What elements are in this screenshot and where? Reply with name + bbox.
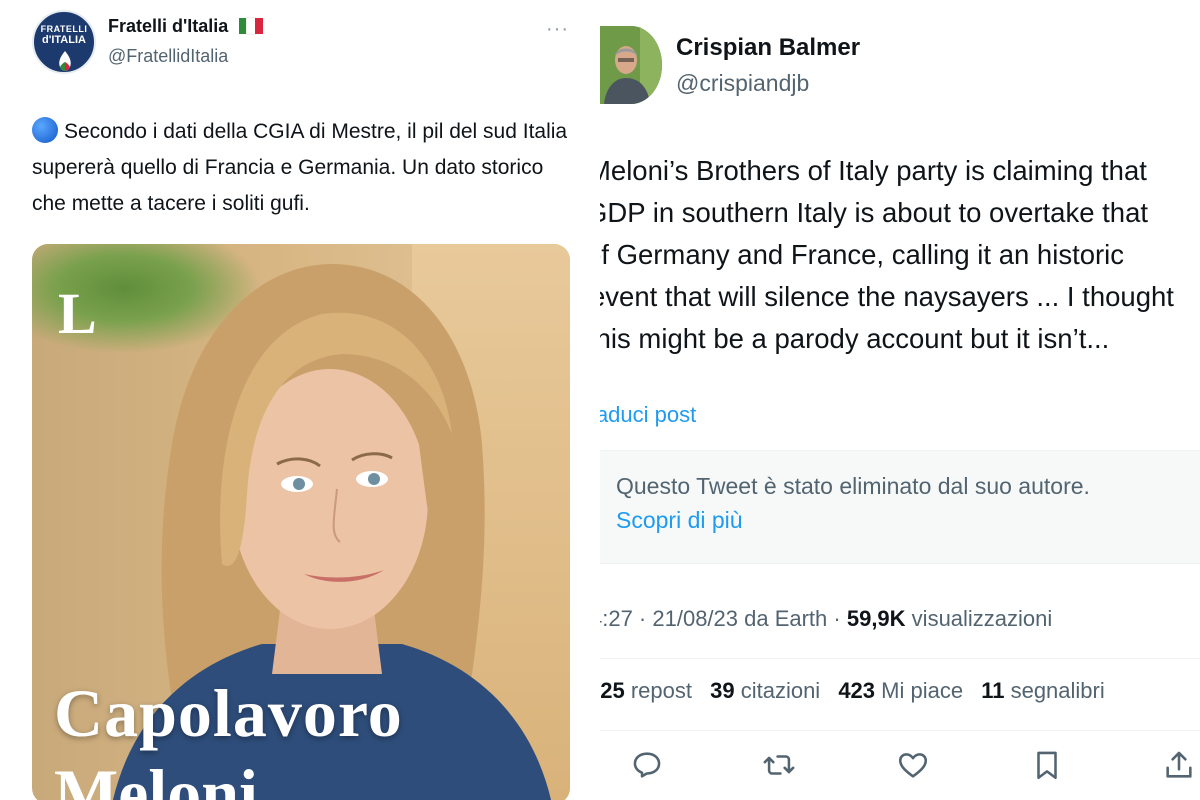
reposts-stat[interactable]: 125 repost: [600, 678, 692, 703]
left-tweet-body: Secondo i dati della CGIA di Mestre, il …: [32, 120, 568, 215]
like-icon[interactable]: [896, 748, 932, 784]
left-tweet: FRATELLI d'ITALIA Fratelli d'Italia @Fra…: [0, 0, 600, 800]
image-headline-line1: Capolavoro: [54, 675, 403, 751]
translate-post-link[interactable]: Traduci post: [600, 402, 696, 428]
divider: [600, 658, 1200, 659]
italy-flag-icon: [239, 17, 264, 35]
timestamp-and-source[interactable]: 4:27 · 21/08/23 da Earth ·: [600, 606, 847, 631]
avatar-logo-text-top: FRATELLI: [40, 24, 88, 34]
blue-circle-emoji-icon: [32, 117, 58, 143]
quotes-label: citazioni: [734, 678, 821, 703]
views-count: 59,9K: [846, 606, 906, 631]
right-author-handle[interactable]: @crispiandjb: [676, 70, 809, 97]
bookmark-icon[interactable]: [1030, 748, 1066, 784]
deleted-notice-message: Questo Tweet è stato eliminato dal suo a…: [616, 473, 1090, 499]
body-line: GDP in southern Italy is about to overta…: [600, 197, 1149, 228]
more-horizontal-icon[interactable]: ···: [546, 18, 569, 41]
body-line: Meloni’s Brothers of Italy party is clai…: [600, 155, 1147, 186]
bookmarks-label: segnalibri: [1004, 678, 1105, 703]
left-author-name[interactable]: Fratelli d'Italia: [108, 16, 228, 36]
tricolor-flame-icon: [59, 51, 71, 71]
divider: [600, 730, 1200, 731]
left-tweet-image[interactable]: L Capolavoro Meloni: [32, 244, 570, 800]
bookmarks-count: 11: [981, 678, 1005, 703]
reposts-count: 125: [600, 678, 625, 703]
tweet-meta: 4:27 · 21/08/23 da Earth · 59,9K visuali…: [600, 606, 1052, 632]
deleted-quote-notice: Questo Tweet è stato eliminato dal suo a…: [600, 450, 1200, 564]
image-headline-line2: Meloni: [54, 755, 258, 800]
views-label: visualizzazioni: [905, 606, 1053, 631]
learn-more-link[interactable]: Scopri di più: [616, 507, 743, 534]
brand-mark-logo: L: [58, 281, 97, 346]
left-tweet-text: Secondo i dati della CGIA di Mestre, il …: [32, 114, 572, 222]
right-tweet: Crispian Balmer @crispiandjb Meloni’s Br…: [600, 0, 1200, 800]
likes-stat[interactable]: 423 Mi piace: [838, 678, 963, 703]
quotes-count: 39: [710, 678, 735, 703]
left-author-name-row[interactable]: Fratelli d'Italia: [108, 16, 264, 37]
right-tweet-text: Meloni’s Brothers of Italy party is clai…: [600, 150, 1200, 360]
tweet-action-bar: [600, 748, 1200, 788]
left-author-handle[interactable]: @FratellidItalia: [108, 46, 228, 67]
fratelli-avatar[interactable]: FRATELLI d'ITALIA: [32, 10, 96, 74]
share-icon[interactable]: [1162, 748, 1198, 784]
body-line: of Germany and France, calling it an his…: [600, 239, 1125, 270]
repost-icon[interactable]: [762, 748, 798, 784]
reply-icon[interactable]: [630, 748, 666, 784]
reposts-label: repost: [624, 678, 692, 703]
quotes-stat[interactable]: 39 citazioni: [710, 678, 820, 703]
bookmarks-stat[interactable]: 11 segnalibri: [981, 678, 1105, 703]
likes-count: 423: [838, 678, 876, 703]
avatar-logo-text-bottom: d'ITALIA: [42, 34, 86, 46]
right-author-name[interactable]: Crispian Balmer: [676, 34, 860, 62]
body-line: this might be a parody account but it is…: [600, 323, 1110, 354]
engagement-stats: 125 repost 39 citazioni 423 Mi piace 11 …: [600, 678, 1105, 704]
crispian-avatar[interactable]: [600, 26, 662, 104]
body-line: event that will silence the naysayers ..…: [600, 281, 1174, 312]
likes-label: Mi piace: [875, 678, 964, 703]
